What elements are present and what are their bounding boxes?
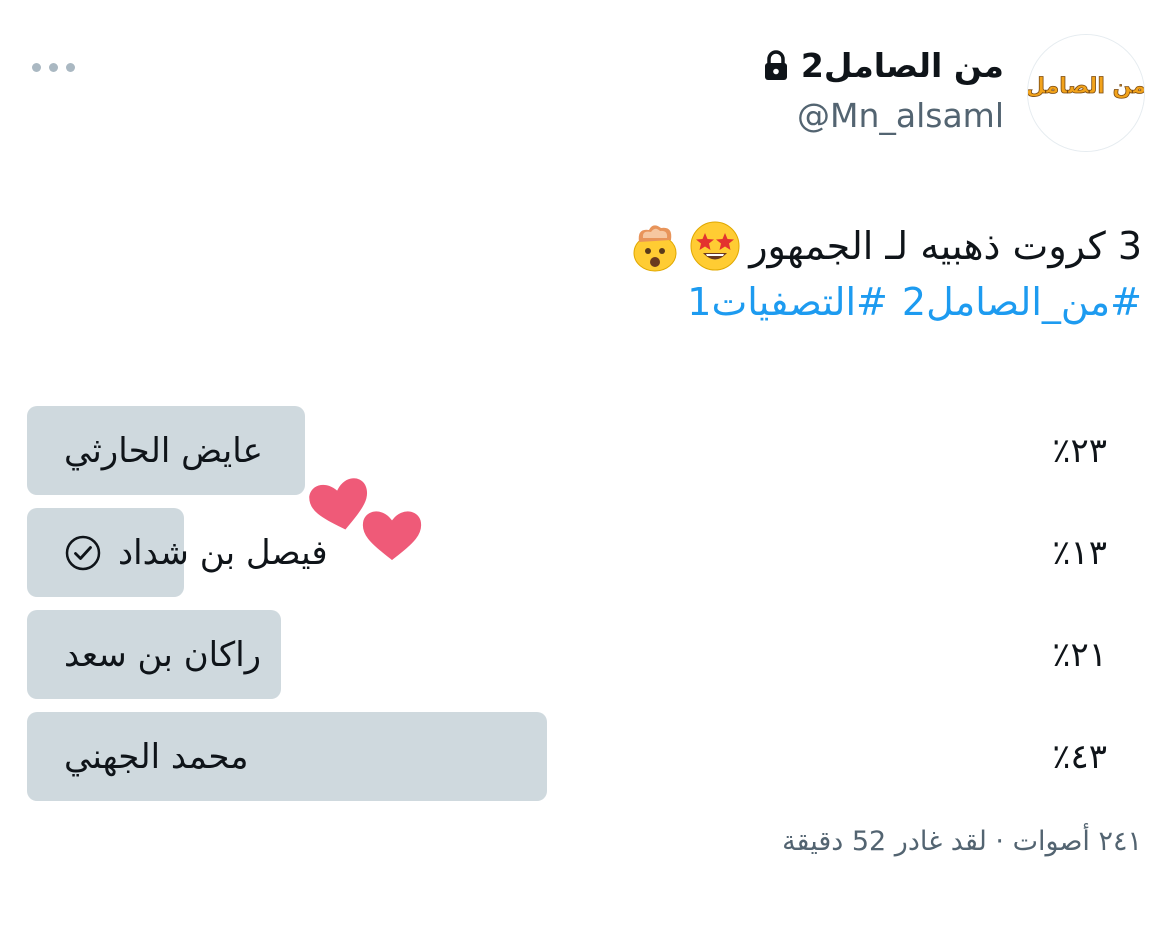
poll-option[interactable]: عايض الحارثي ٪٢٣: [27, 406, 1117, 495]
poll-option[interactable]: راكان بن سعد ٪٢١: [27, 610, 1117, 699]
poll-option-label-row: راكان بن سعد: [64, 610, 261, 699]
star-struck-emoji-icon: [690, 221, 740, 271]
tweet-text: 3 كروت ذهبيه لـ الجمهور: [749, 224, 1142, 268]
tweet-text-line: 3 كروت ذهبيه لـ الجمهور: [629, 220, 1142, 272]
hearts-sticker-icon: [306, 475, 425, 564]
poll-option-label-row: فيصل بن شداد: [64, 508, 328, 597]
avatar[interactable]: من الصامل: [1027, 34, 1145, 152]
author-name[interactable]: من الصامل2: [801, 46, 1004, 85]
poll-option-percent: ٪١٣: [1052, 532, 1107, 573]
hashtag-link[interactable]: #التصفيات1: [687, 280, 888, 324]
poll-option[interactable]: فيصل بن شداد ٪١٣: [27, 508, 1117, 597]
poll-option-label: فيصل بن شداد: [118, 532, 328, 573]
avatar-logo-text: من الصامل: [1028, 74, 1144, 99]
poll-option-label-row: عايض الحارثي: [64, 406, 263, 495]
more-dot-icon: [49, 62, 58, 72]
poll-option-percent: ٪٢١: [1052, 634, 1107, 675]
exploding-head-emoji-icon: [633, 225, 677, 272]
hashtags: #من_الصامل2 #التصفيات1: [687, 280, 1142, 324]
poll-option-label-row: محمد الجهني: [64, 712, 249, 801]
avatar-logo-icon: من الصامل: [1028, 35, 1144, 151]
lock-icon: [764, 49, 787, 80]
hashtag-link[interactable]: #من_الصامل2: [902, 280, 1142, 324]
check-circle-icon: [65, 535, 101, 570]
more-dot-icon: [32, 62, 41, 72]
poll-meta: ٢٤١ أصوات · لقد غادر 52 دقيقة: [782, 826, 1142, 857]
more-options-button[interactable]: [32, 58, 80, 76]
poll-option-percent: ٪٢٣: [1052, 430, 1107, 471]
author-handle[interactable]: @Mn_alsaml: [797, 96, 1004, 135]
poll-option-percent: ٪٤٣: [1052, 736, 1107, 777]
poll-option-label: راكان بن سعد: [64, 634, 262, 675]
author-name-row[interactable]: من الصامل2: [763, 46, 1004, 85]
poll-option[interactable]: محمد الجهني ٪٤٣: [27, 712, 1117, 801]
more-dot-icon: [66, 62, 75, 72]
poll-option-label: عايض الحارثي: [64, 430, 263, 471]
poll-option-label: محمد الجهني: [64, 736, 249, 777]
